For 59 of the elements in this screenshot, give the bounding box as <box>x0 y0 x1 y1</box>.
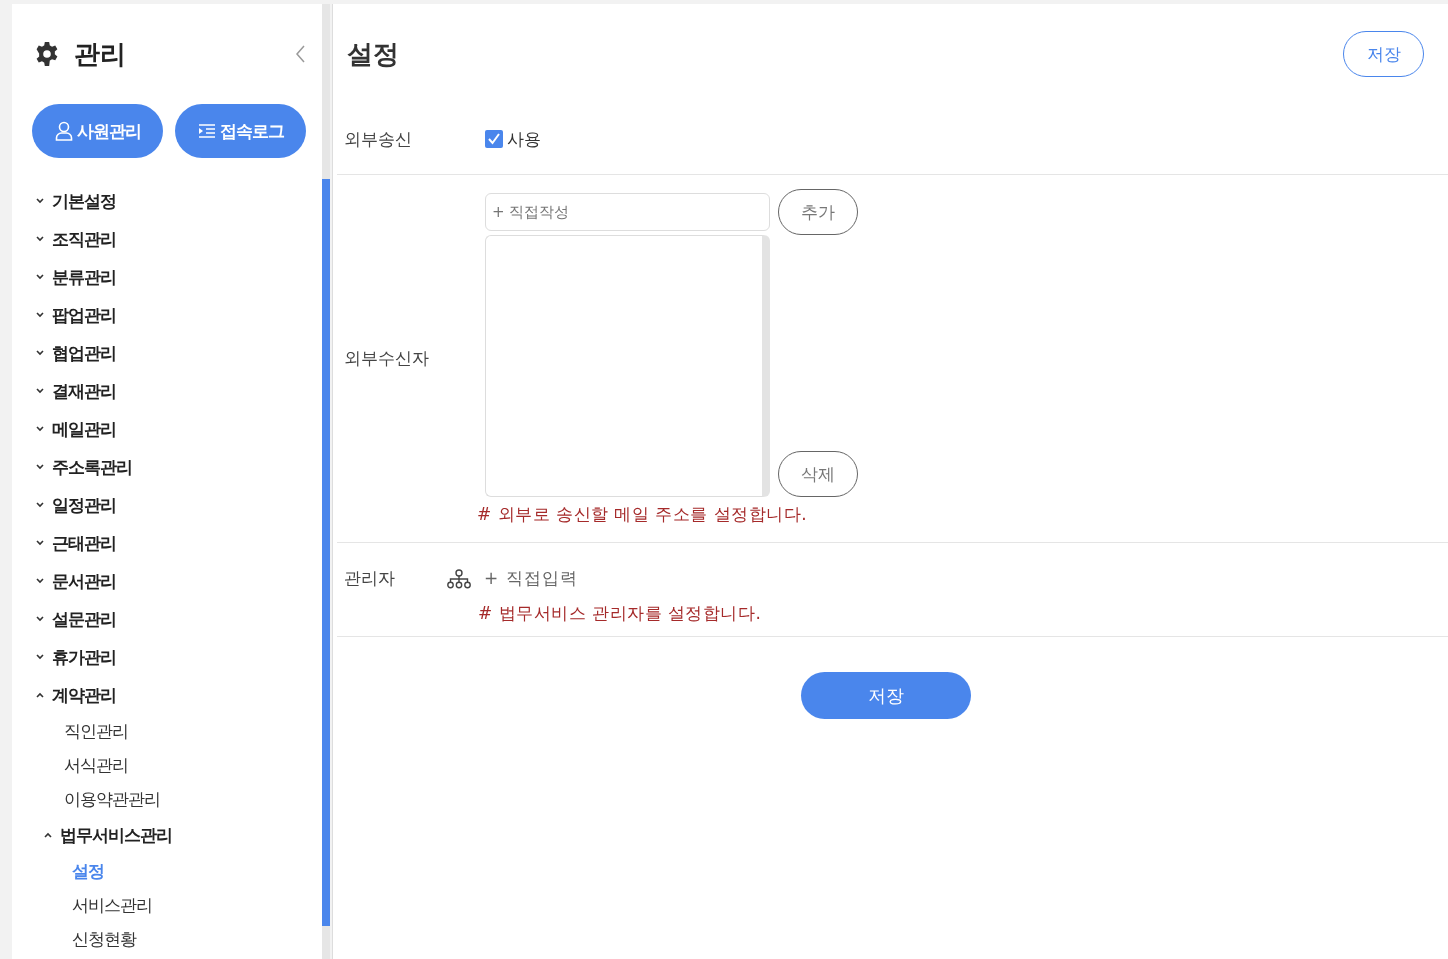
caret-icon[interactable] <box>36 692 44 698</box>
save-button[interactable]: 저장 <box>1343 31 1424 77</box>
tree-group[interactable]: 계약관리 <box>52 683 116 707</box>
caret-icon[interactable] <box>36 616 44 622</box>
caret-icon[interactable] <box>36 312 44 318</box>
checkbox[interactable] <box>485 130 503 148</box>
help-text: # 외부로 송신할 메일 주소를 설정합니다. <box>477 503 809 526</box>
tree-group[interactable]: 설문관리 <box>52 607 116 631</box>
tree-group[interactable]: 주소록관리 <box>52 455 132 479</box>
tree-group[interactable]: 팝업관리 <box>52 303 116 327</box>
tree-group[interactable]: 법무서비스관리 <box>60 823 172 847</box>
input-field[interactable]: + 직접작성 <box>485 193 770 231</box>
field-label: 관리자 <box>344 567 396 590</box>
tree-group[interactable]: 근태관리 <box>52 531 116 555</box>
save-button[interactable]: 저장 <box>800 672 971 719</box>
help-text: # 법무서비스 관리자를 설정합니다. <box>478 602 762 625</box>
nav-button[interactable]: 사원관리 <box>32 104 163 158</box>
caret-icon[interactable] <box>36 464 44 470</box>
list-icon <box>197 124 216 138</box>
checkbox-label: 사용 <box>507 127 541 151</box>
org-chart-icon[interactable] <box>446 568 472 589</box>
tree-group[interactable]: 결재관리 <box>52 379 116 403</box>
page-title: 설정 <box>347 37 399 71</box>
tree-group[interactable]: 메일관리 <box>52 417 116 441</box>
nav-button[interactable]: 접속로그 <box>175 104 306 158</box>
caret-icon[interactable] <box>36 198 44 204</box>
delete-button[interactable]: 삭제 <box>778 451 858 497</box>
caret-icon[interactable] <box>36 274 44 280</box>
tree-item[interactable]: 서비스관리 <box>12 888 322 922</box>
caret-icon[interactable] <box>36 426 44 432</box>
field-label: 외부수신자 <box>344 347 430 370</box>
caret-icon[interactable] <box>44 832 52 838</box>
tree-group[interactable]: 기본설정 <box>52 189 116 213</box>
tree-item[interactable]: 신청현황 <box>12 922 322 956</box>
add-button[interactable]: 추가 <box>778 189 858 235</box>
tree-item[interactable]: 서식관리 <box>12 748 322 782</box>
tree-group[interactable]: 협업관리 <box>52 341 116 365</box>
caret-icon[interactable] <box>36 388 44 394</box>
scrollbar[interactable] <box>322 4 330 959</box>
add-link[interactable]: + 직접입력 <box>484 567 578 590</box>
caret-icon[interactable] <box>36 236 44 242</box>
tree-group[interactable]: 문서관리 <box>52 569 116 593</box>
caret-icon[interactable] <box>36 578 44 584</box>
gear-icon <box>34 41 60 67</box>
caret-icon[interactable] <box>36 654 44 660</box>
sidebar-title: 관리 <box>74 37 127 71</box>
tree-group[interactable]: 조직관리 <box>52 227 116 251</box>
tree-item[interactable]: 직인관리 <box>12 714 322 748</box>
caret-icon[interactable] <box>36 502 44 508</box>
tree-item[interactable]: 이용약관관리 <box>12 782 322 816</box>
collapse-icon[interactable] <box>294 44 308 64</box>
caret-icon[interactable] <box>36 350 44 356</box>
tree-group[interactable]: 일정관리 <box>52 493 116 517</box>
field-label: 외부송신 <box>344 127 413 151</box>
tree-item[interactable]: 설정 <box>12 854 322 888</box>
tree-group[interactable]: 분류관리 <box>52 265 116 289</box>
person-icon <box>54 121 73 141</box>
tree-group[interactable]: 휴가관리 <box>52 645 116 669</box>
caret-icon[interactable] <box>36 540 44 546</box>
